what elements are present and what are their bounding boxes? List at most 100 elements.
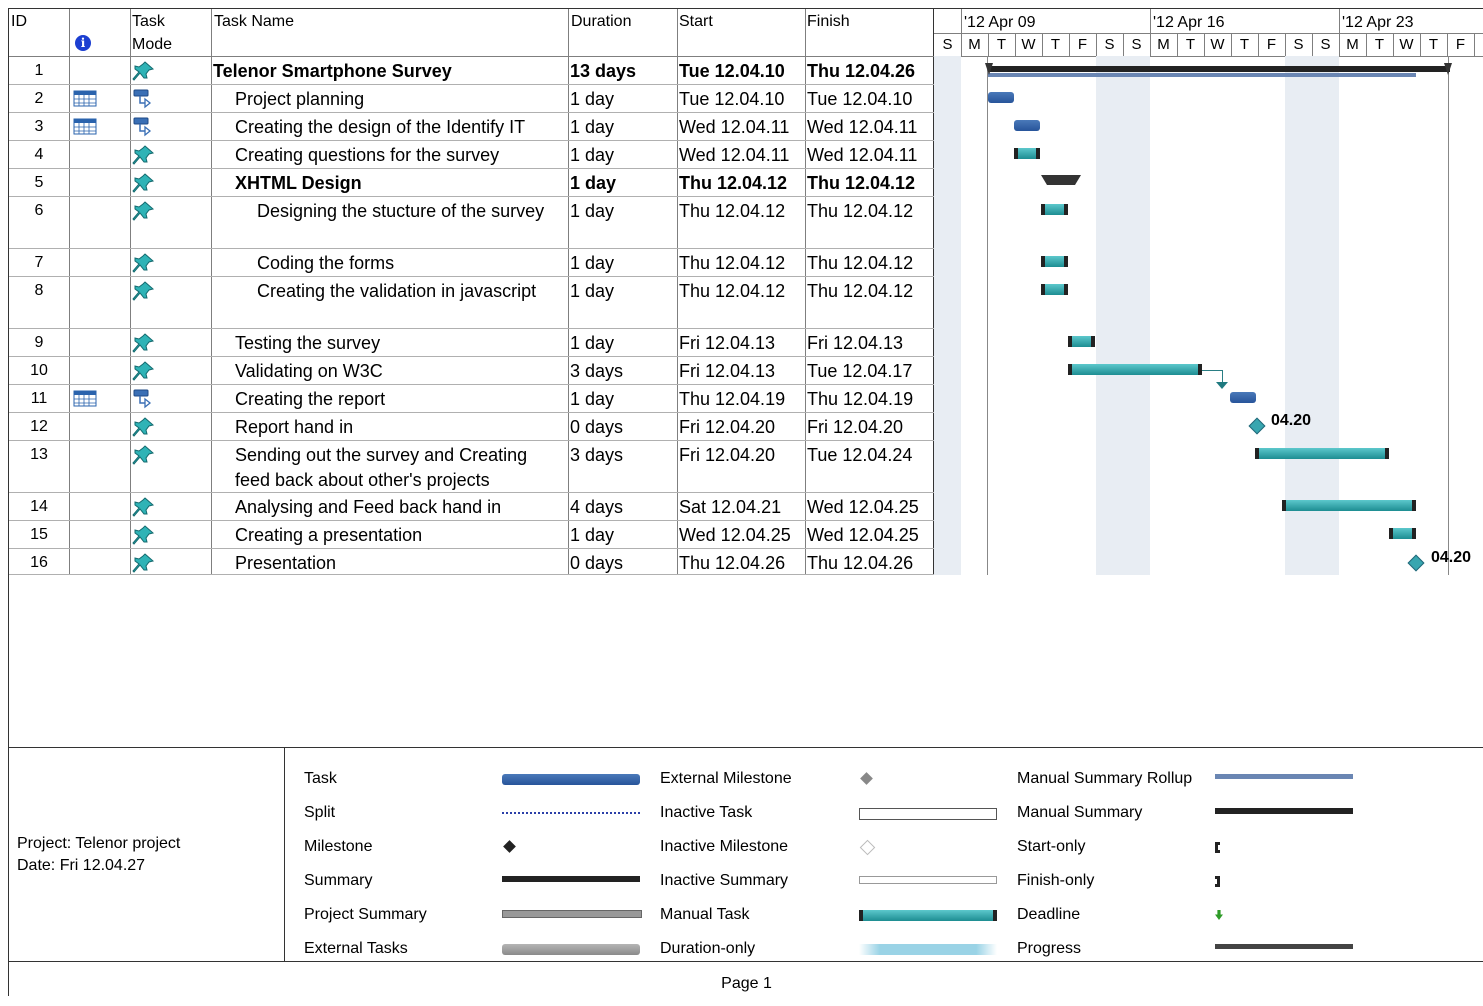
task-duration[interactable]: 1 day	[570, 170, 616, 196]
manual-scheduled-pin-icon[interactable]	[131, 444, 157, 471]
task-name[interactable]: Coding the forms	[257, 250, 394, 276]
task-duration[interactable]: 3 days	[570, 358, 623, 384]
manual-scheduled-pin-icon[interactable]	[131, 332, 157, 359]
task-start[interactable]: Thu 12.04.12	[679, 278, 785, 304]
task-finish[interactable]: Wed 12.04.11	[807, 114, 917, 140]
manual-scheduled-pin-icon[interactable]	[131, 280, 157, 307]
task-start[interactable]: Fri 12.04.13	[679, 330, 775, 356]
task-duration[interactable]: 0 days	[570, 414, 623, 440]
milestone-diamond[interactable]	[1407, 554, 1425, 572]
manual-scheduled-pin-icon[interactable]	[131, 524, 157, 551]
header-task-name[interactable]: Task Name	[214, 11, 294, 33]
task-finish[interactable]: Thu 12.04.12	[807, 198, 913, 224]
task-duration[interactable]: 0 days	[570, 550, 623, 576]
task-finish[interactable]: Thu 12.04.12	[807, 278, 913, 304]
manual-scheduled-pin-icon[interactable]	[131, 552, 157, 579]
task-duration[interactable]: 1 day	[570, 114, 614, 140]
task-name[interactable]: Project planning	[235, 86, 364, 112]
task-finish[interactable]: Thu 12.04.19	[807, 386, 913, 412]
manual-scheduled-pin-icon[interactable]	[131, 360, 157, 387]
dependency-arrow-icon[interactable]	[1216, 382, 1228, 389]
task-start[interactable]: Wed 12.04.11	[679, 142, 789, 168]
manual-task-bar[interactable]	[1041, 204, 1068, 215]
header-task-mode-1[interactable]: Task	[132, 11, 165, 33]
summary-rollup-bar[interactable]	[988, 73, 1416, 77]
task-duration[interactable]: 3 days	[570, 442, 623, 468]
manual-scheduled-pin-icon[interactable]	[131, 60, 157, 87]
auto-scheduled-icon[interactable]	[131, 116, 157, 143]
task-start[interactable]: Fri 12.04.13	[679, 358, 775, 384]
task-name[interactable]: Report hand in	[235, 414, 353, 440]
task-name[interactable]: Creating the validation in javascript	[257, 278, 536, 304]
task-start[interactable]: Tue 12.04.10	[679, 58, 785, 84]
manual-scheduled-pin-icon[interactable]	[131, 172, 157, 199]
dependency-link[interactable]	[1222, 370, 1223, 382]
task-start[interactable]: Fri 12.04.20	[679, 414, 775, 440]
task-finish[interactable]: Fri 12.04.13	[807, 330, 903, 356]
task-finish[interactable]: Wed 12.04.11	[807, 142, 917, 168]
task-duration[interactable]: 1 day	[570, 278, 614, 304]
manual-scheduled-pin-icon[interactable]	[131, 416, 157, 443]
manual-task-bar[interactable]	[1282, 500, 1416, 511]
task-name[interactable]: Presentation	[235, 550, 336, 576]
manual-task-bar[interactable]	[1041, 256, 1068, 267]
task-name[interactable]: XHTML Design	[235, 170, 362, 196]
task-duration[interactable]: 1 day	[570, 198, 614, 224]
task-start[interactable]: Thu 12.04.26	[679, 550, 785, 576]
auto-scheduled-icon[interactable]	[131, 388, 157, 415]
task-bar[interactable]	[1014, 120, 1040, 131]
task-finish[interactable]: Thu 12.04.12	[807, 170, 915, 196]
header-finish[interactable]: Finish	[807, 11, 850, 33]
manual-scheduled-pin-icon[interactable]	[131, 252, 157, 279]
task-finish[interactable]: Wed 12.04.25	[807, 522, 919, 548]
manual-scheduled-pin-icon[interactable]	[131, 200, 157, 227]
task-duration[interactable]: 4 days	[570, 494, 623, 520]
manual-scheduled-pin-icon[interactable]	[131, 144, 157, 171]
task-start[interactable]: Tue 12.04.10	[679, 86, 784, 112]
manual-scheduled-pin-icon[interactable]	[131, 496, 157, 523]
task-duration[interactable]: 13 days	[570, 58, 636, 84]
calendar-icon[interactable]	[73, 118, 97, 141]
task-finish[interactable]: Tue 12.04.17	[807, 358, 912, 384]
task-start[interactable]: Thu 12.04.12	[679, 198, 785, 224]
task-name[interactable]: Telenor Smartphone Survey	[213, 58, 452, 84]
task-name[interactable]: Creating a presentation	[235, 522, 422, 548]
auto-scheduled-icon[interactable]	[131, 88, 157, 115]
task-name[interactable]: Validating on W3C	[235, 358, 383, 384]
task-start[interactable]: Sat 12.04.21	[679, 494, 781, 520]
task-name[interactable]: Creating questions for the survey	[235, 142, 499, 168]
task-name[interactable]: Creating the design of the Identify IT	[235, 114, 525, 140]
manual-summary-bar[interactable]	[988, 66, 1450, 72]
task-bar[interactable]	[988, 92, 1014, 103]
task-start[interactable]: Wed 12.04.11	[679, 114, 789, 140]
task-start[interactable]: Thu 12.04.19	[679, 386, 785, 412]
milestone-diamond[interactable]	[1248, 417, 1266, 435]
task-duration[interactable]: 1 day	[570, 522, 614, 548]
task-name[interactable]: Analysing and Feed back hand in	[235, 494, 501, 520]
manual-task-bar[interactable]	[1014, 148, 1040, 159]
task-duration[interactable]: 1 day	[570, 142, 614, 168]
manual-task-bar[interactable]	[1068, 336, 1095, 347]
task-duration[interactable]: 1 day	[570, 250, 614, 276]
manual-task-bar[interactable]	[1255, 448, 1389, 459]
task-start[interactable]: Thu 12.04.12	[679, 250, 785, 276]
manual-task-bar[interactable]	[1068, 364, 1202, 375]
manual-task-bar[interactable]	[1389, 528, 1416, 539]
header-id[interactable]: ID	[11, 11, 27, 33]
task-finish[interactable]: Thu 12.04.26	[807, 550, 913, 576]
info-icon[interactable]: i	[75, 35, 91, 51]
header-task-mode-2[interactable]: Mode	[132, 34, 172, 56]
task-duration[interactable]: 1 day	[570, 330, 614, 356]
task-finish[interactable]: Thu 12.04.26	[807, 58, 915, 84]
task-duration[interactable]: 1 day	[570, 86, 614, 112]
task-name[interactable]: Sending out the survey and Creating	[235, 442, 527, 468]
task-duration[interactable]: 1 day	[570, 386, 614, 412]
task-name[interactable]: Testing the survey	[235, 330, 380, 356]
task-start[interactable]: Thu 12.04.12	[679, 170, 787, 196]
task-start[interactable]: Wed 12.04.25	[679, 522, 791, 548]
task-finish[interactable]: Tue 12.04.24	[807, 442, 912, 468]
task-name[interactable]: Creating the report	[235, 386, 385, 412]
header-duration[interactable]: Duration	[571, 11, 631, 33]
manual-summary-bar[interactable]	[1041, 175, 1081, 185]
task-finish[interactable]: Tue 12.04.10	[807, 86, 912, 112]
